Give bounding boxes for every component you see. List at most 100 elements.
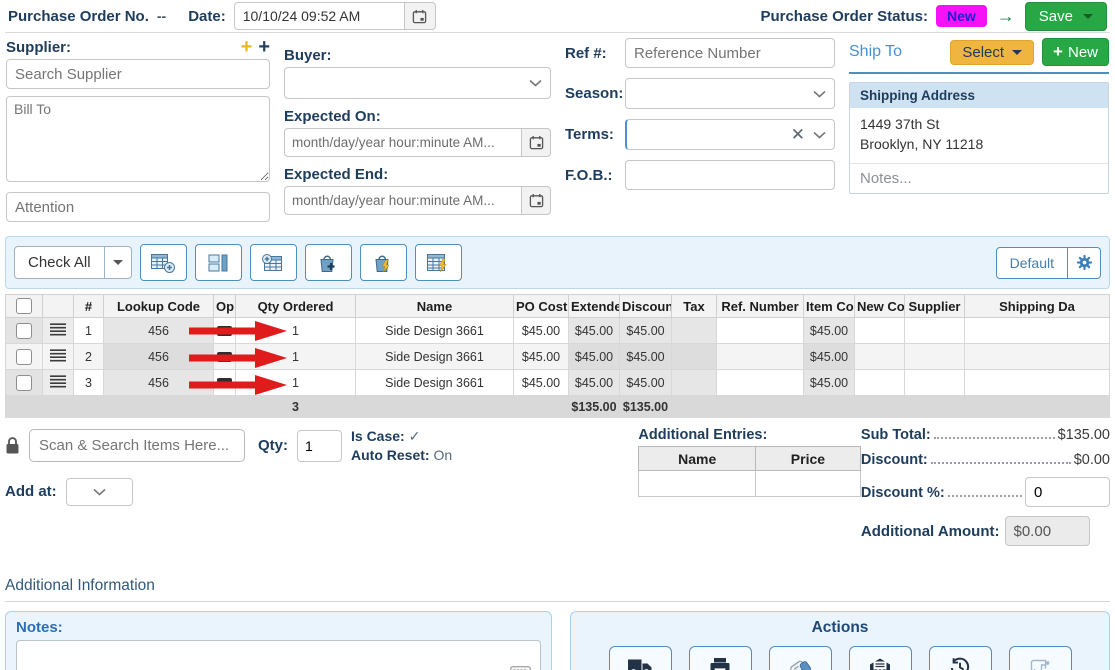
clear-icon[interactable]: ✕	[791, 126, 805, 143]
save-button[interactable]: Save	[1025, 2, 1107, 31]
chevron-down-icon	[529, 79, 542, 87]
expected-end-calendar-button[interactable]	[521, 186, 551, 215]
grid-toolbar: Check All Default	[5, 236, 1110, 289]
notes-textarea[interactable]	[16, 640, 541, 670]
keyboard-icon[interactable]	[510, 666, 531, 670]
ship-to-select-button[interactable]: Select	[950, 40, 1034, 65]
expected-on-calendar-button[interactable]	[521, 128, 551, 157]
op-cell[interactable]	[214, 344, 236, 370]
op-button[interactable]	[217, 326, 232, 336]
entries-empty-row[interactable]	[639, 471, 861, 497]
date-calendar-button[interactable]	[404, 2, 436, 30]
terms-combobox[interactable]: ✕	[625, 119, 835, 150]
op-button[interactable]	[217, 352, 232, 362]
op-cell[interactable]	[214, 318, 236, 344]
qty-input[interactable]	[297, 430, 342, 462]
search-supplier-input[interactable]	[6, 59, 270, 89]
quick-bag-button[interactable]	[360, 244, 407, 281]
buyer-select[interactable]	[284, 67, 551, 99]
calendar-icon	[529, 135, 544, 150]
col-extended[interactable]: Extende	[569, 295, 620, 318]
expected-end-input[interactable]	[284, 186, 521, 215]
op-button[interactable]	[217, 378, 232, 388]
date-input[interactable]	[234, 2, 404, 30]
ship-to-new-button[interactable]: + New	[1042, 38, 1109, 66]
table-row: 3 456 1 Side Design 3661 $45.00 $45.00 $…	[6, 370, 1110, 396]
col-supplier[interactable]: Supplier	[905, 295, 965, 318]
shipping-address-body: 1449 37th St Brooklyn, NY 11218	[850, 108, 1108, 163]
additional-amount-input[interactable]	[1005, 516, 1090, 546]
row-menu-cell[interactable]	[43, 318, 74, 344]
chevron-down-icon	[93, 488, 106, 496]
discount-total: $135.00	[620, 396, 672, 418]
insert-table-button[interactable]	[250, 244, 297, 281]
add-supplier-icon[interactable]: +	[258, 38, 270, 56]
sewing-machine-button[interactable]	[1009, 646, 1072, 670]
shipping-address-card: Shipping Address 1449 37th St Brooklyn, …	[849, 82, 1109, 194]
add-at-select[interactable]	[66, 478, 133, 506]
status-arrow-icon: →	[997, 6, 1015, 27]
date-label: Date:	[188, 8, 226, 25]
auto-reset-value[interactable]: On	[433, 447, 452, 463]
ship-truck-icon	[627, 657, 654, 670]
grid-settings-button[interactable]	[1068, 247, 1101, 279]
add-bag-button[interactable]	[305, 244, 352, 281]
select-all-checkbox[interactable]	[16, 298, 32, 314]
grid-footer-row: 3 $135.00 $135.00	[6, 396, 1110, 418]
additional-information-title: Additional Information	[5, 577, 1110, 595]
row-checkbox[interactable]	[16, 323, 32, 339]
is-case-check[interactable]: ✓	[409, 428, 421, 444]
ship-to-title[interactable]: Ship To	[849, 43, 902, 61]
attention-input[interactable]	[6, 192, 270, 222]
default-view-button[interactable]: Default	[996, 247, 1068, 279]
col-item-cost[interactable]: Item Cos	[804, 295, 855, 318]
chevron-down-icon	[113, 260, 123, 265]
shipping-address-header: Shipping Address	[850, 83, 1108, 108]
print-button[interactable]	[689, 646, 752, 670]
table-flash-icon	[425, 252, 451, 274]
reference-number-input[interactable]	[625, 38, 835, 68]
ship-to-notes[interactable]: Notes...	[850, 163, 1108, 193]
history-button[interactable]	[929, 646, 992, 670]
col-po-cost[interactable]: PO Cost	[514, 295, 569, 318]
row-menu-cell[interactable]	[43, 344, 74, 370]
bill-to-textarea[interactable]	[6, 96, 270, 182]
row-checkbox[interactable]	[16, 349, 32, 365]
row-checkbox[interactable]	[16, 375, 32, 391]
split-columns-button[interactable]	[195, 244, 242, 281]
fob-label: F.O.B.:	[565, 167, 625, 184]
col-op[interactable]: Op	[214, 295, 236, 318]
col-tax[interactable]: Tax	[672, 295, 717, 318]
col-shipping-date[interactable]: Shipping Da	[965, 295, 1110, 318]
op-cell[interactable]	[214, 370, 236, 396]
season-select[interactable]	[625, 78, 835, 109]
print-labels-button[interactable]	[769, 646, 832, 670]
po-number-label: Purchase Order No.	[8, 8, 149, 25]
quick-table-button[interactable]	[415, 244, 462, 281]
col-ref-number[interactable]: Ref. Number	[717, 295, 804, 318]
check-all-button[interactable]: Check All	[14, 246, 105, 279]
add-row-button[interactable]	[140, 244, 187, 281]
col-new-cost[interactable]: New Cos	[855, 295, 905, 318]
calendar-icon	[529, 193, 544, 208]
col-lookup-code[interactable]: Lookup Code	[104, 295, 214, 318]
email-button[interactable]	[849, 646, 912, 670]
scan-search-input[interactable]	[29, 429, 245, 462]
additional-amount-label: Additional Amount:	[861, 523, 1000, 540]
col-number[interactable]: #	[74, 295, 104, 318]
select-all-header[interactable]	[6, 295, 43, 318]
row-menu-cell[interactable]	[43, 370, 74, 396]
col-discount[interactable]: Discoun	[620, 295, 672, 318]
quick-add-supplier-icon[interactable]: +	[241, 38, 253, 56]
discount-label: Discount:	[861, 452, 928, 468]
table-row: 2 456 1 Side Design 3661 $45.00 $45.00 $…	[6, 344, 1110, 370]
expected-on-input[interactable]	[284, 128, 521, 157]
address-line-1: 1449 37th St	[860, 114, 1098, 134]
discount-pct-input[interactable]	[1025, 477, 1110, 507]
col-qty-ordered[interactable]: Qty Ordered	[236, 295, 356, 318]
ship-button[interactable]	[609, 646, 672, 670]
check-all-dropdown-button[interactable]	[105, 246, 132, 279]
fob-input[interactable]	[625, 160, 835, 190]
po-header-form: Supplier: + + Buyer: Expected On: Expect…	[5, 33, 1110, 230]
col-name[interactable]: Name	[356, 295, 514, 318]
